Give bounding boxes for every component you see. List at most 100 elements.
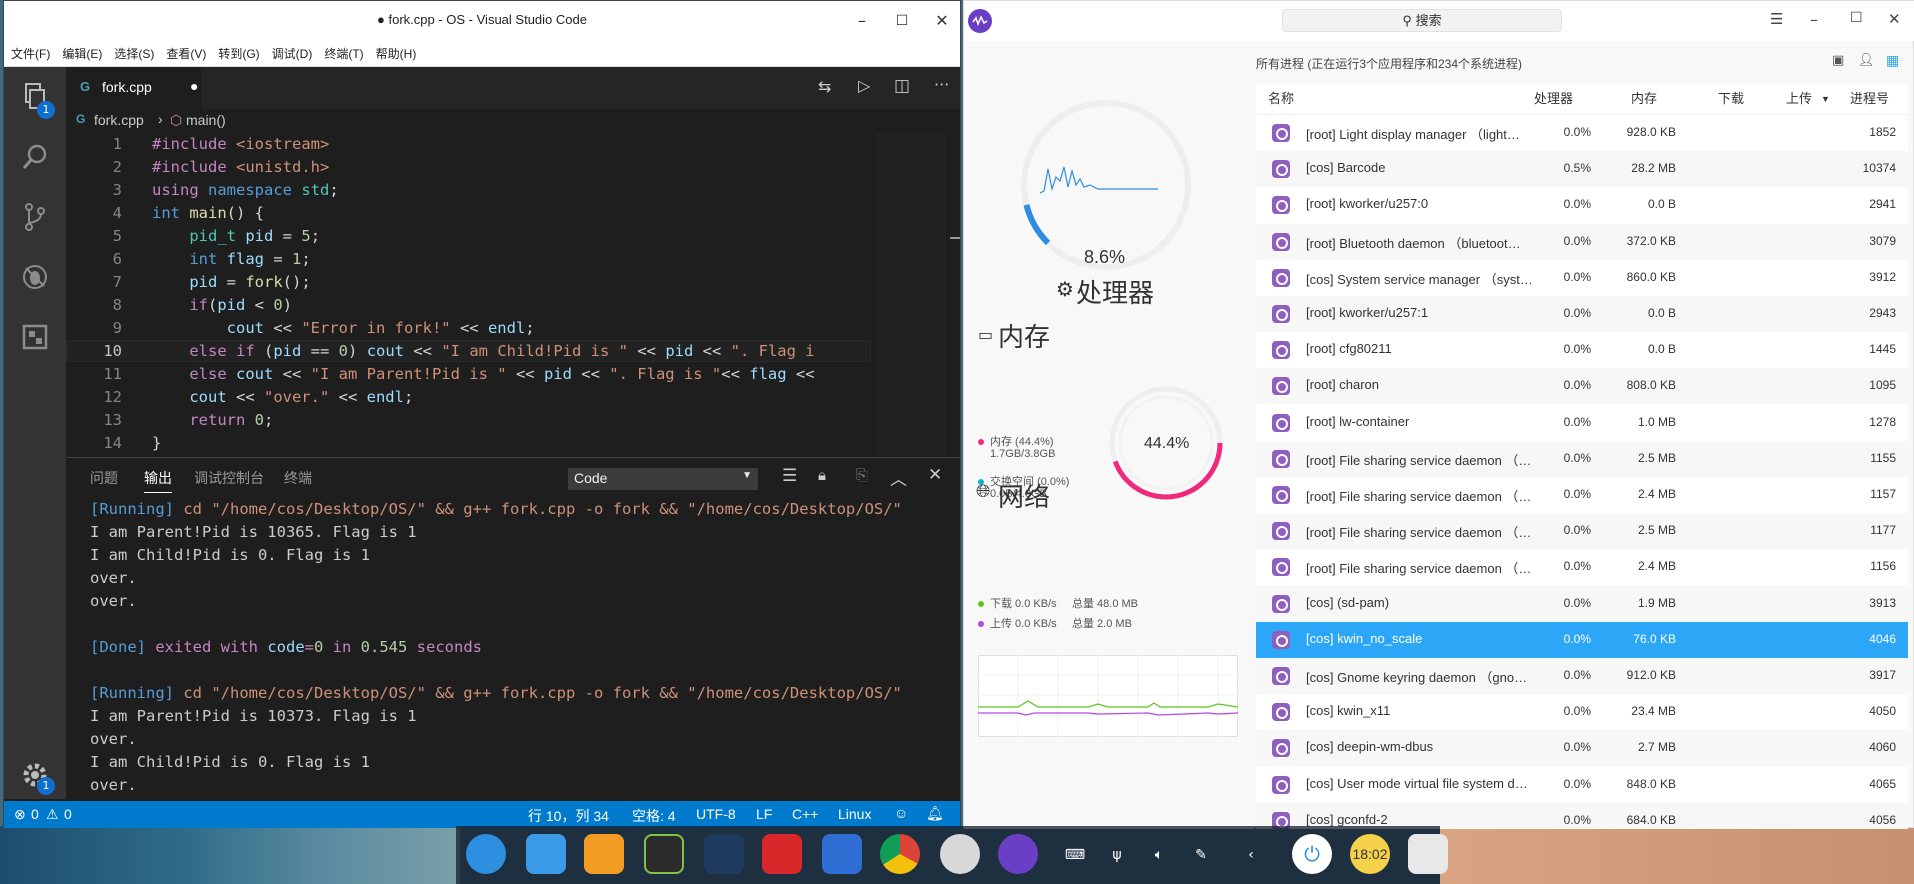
process-row[interactable]: [cos] kwin_no_scale 0.0% 76.0 KB 4046 <box>1256 621 1908 658</box>
maximize-icon[interactable]: ☐ <box>890 10 914 32</box>
extensions-icon[interactable] <box>19 321 51 353</box>
process-row[interactable]: [root] cfg80211 0.0% 0.0 B 1445 <box>1256 332 1908 368</box>
music-icon[interactable] <box>644 834 684 874</box>
split-editor-icon[interactable]: ◫ <box>894 76 910 96</box>
process-row[interactable]: [root] Bluetooth daemon （bluetoot… 0.0% 37… <box>1256 223 1908 260</box>
video-icon[interactable] <box>822 834 862 874</box>
breadcrumb-symbol[interactable]: main() <box>186 112 226 128</box>
process-row[interactable]: [root] charon 0.0% 808.0 KB 1095 <box>1256 368 1908 405</box>
maximize-panel-icon[interactable]: ︿ <box>890 465 907 490</box>
system-monitor-icon[interactable] <box>998 834 1038 874</box>
lock-icon[interactable]: 🔒︎ <box>818 466 826 484</box>
process-row[interactable]: [root] File sharing service daemon （… 0.0… <box>1256 513 1908 550</box>
column-download[interactable]: 下载 <box>1718 83 1744 115</box>
line-ending[interactable]: LF <box>756 806 772 822</box>
menu-terminal[interactable]: 终端(T) <box>317 41 368 62</box>
error-icon[interactable]: ⊗ <box>14 806 26 823</box>
process-row[interactable]: [root] File sharing service daemon （… 0.0… <box>1256 549 1908 585</box>
process-row[interactable]: [root] Light display manager （light… 0.0%… <box>1256 115 1908 151</box>
run-icon[interactable]: ▷ <box>858 76 870 95</box>
breadcrumb-file[interactable]: fork.cpp <box>94 112 144 128</box>
output-channel-select[interactable]: Code ▼ <box>568 468 758 490</box>
menu-go[interactable]: 转到(G) <box>211 41 264 62</box>
minimize-icon[interactable]: – <box>1810 10 1818 29</box>
column-pid[interactable]: 进程号 <box>1850 83 1889 115</box>
open-changes-icon[interactable]: ⇆ <box>818 77 831 96</box>
error-count[interactable]: 0 <box>31 806 39 822</box>
menu-selection[interactable]: 选择(S) <box>107 41 159 62</box>
open-log-icon[interactable]: ⎘ <box>856 466 868 484</box>
menu-help[interactable]: 帮助(H) <box>369 41 422 62</box>
language-mode[interactable]: C++ <box>792 806 818 822</box>
search-icon[interactable] <box>19 141 51 173</box>
process-row[interactable]: [cos] System service manager （syst… 0.0% 8… <box>1256 260 1908 296</box>
settings-icon[interactable] <box>940 834 980 874</box>
chevron-left-icon[interactable]: ‹ <box>1240 844 1262 866</box>
indentation[interactable]: 空格: 4 <box>632 806 676 826</box>
close-panel-icon[interactable]: ✕ <box>928 465 942 485</box>
warning-count[interactable]: 0 <box>64 806 72 822</box>
menu-view[interactable]: 查看(V) <box>159 41 211 62</box>
warning-icon[interactable]: ⚠ <box>46 806 59 823</box>
clear-output-icon[interactable]: ☰ <box>782 466 797 486</box>
explorer-icon[interactable]: 1 <box>19 81 55 119</box>
process-row[interactable]: [cos] Barcode 0.5% 28.2 MB 10374 <box>1256 151 1908 188</box>
process-row[interactable]: [root] kworker/u257:1 0.0% 0.0 B 2943 <box>1256 296 1908 332</box>
clock-widget[interactable]: 18:02 <box>1350 834 1390 874</box>
volume-icon[interactable]: 🔈︎ <box>1148 844 1170 866</box>
trash-icon[interactable] <box>1408 834 1448 874</box>
os-label[interactable]: Linux <box>838 806 871 822</box>
usb-icon[interactable]: ψ <box>1106 844 1128 866</box>
process-row[interactable]: [root] kworker/u257:0 0.0% 0.0 B 2941 <box>1256 187 1908 223</box>
menu-file[interactable]: 文件(F) <box>4 41 55 62</box>
pen-icon[interactable]: ✎ <box>1190 844 1212 866</box>
feedback-smiley-icon[interactable]: ☺ <box>894 805 908 821</box>
all-process-view-icon[interactable]: ▦ <box>1886 53 1899 69</box>
tab-fork-cpp[interactable]: G fork.cpp ● <box>66 67 201 109</box>
tab-terminal[interactable]: 终端 <box>284 468 312 488</box>
user-view-icon[interactable]: 👤︎ <box>1858 53 1875 68</box>
tab-problems[interactable]: 问题 <box>90 468 118 488</box>
process-row[interactable]: [cos] Gnome keyring daemon （gno… 0.0% 912.… <box>1256 658 1908 694</box>
notifications-bell-icon[interactable]: 🔔︎ <box>926 805 944 822</box>
process-row[interactable]: [cos] (sd-pam) 0.0% 1.9 MB 3913 <box>1256 585 1908 622</box>
column-upload[interactable]: 上传 <box>1786 83 1812 115</box>
terminal-icon[interactable] <box>762 834 802 874</box>
menu-edit[interactable]: 编辑(E) <box>55 41 107 62</box>
power-icon[interactable]: ⏻ <box>1292 834 1332 874</box>
process-row[interactable]: [root] File sharing service daemon （… 0.0… <box>1256 440 1908 477</box>
tab-output[interactable]: 输出 <box>144 468 172 493</box>
process-row[interactable]: [cos] User mode virtual file system d… 0.… <box>1256 767 1908 803</box>
settings-gear-icon[interactable]: 1 <box>19 759 55 795</box>
column-cpu[interactable]: 处理器 <box>1534 83 1573 115</box>
menu-icon[interactable]: ☰ <box>1770 10 1783 28</box>
process-row[interactable]: [root] File sharing service daemon （… 0.0… <box>1256 477 1908 513</box>
tab-debug-console[interactable]: 调试控制台 <box>194 468 264 488</box>
close-icon[interactable]: ✕ <box>1888 10 1901 28</box>
more-actions-icon[interactable]: ··· <box>934 75 949 94</box>
column-memory[interactable]: 内存 <box>1631 83 1657 115</box>
app-store-icon[interactable] <box>584 834 624 874</box>
close-icon[interactable]: ✕ <box>930 10 954 32</box>
debug-icon[interactable] <box>19 261 51 293</box>
search-input[interactable]: ⚲ 搜索 <box>1282 9 1562 32</box>
file-manager-icon[interactable] <box>526 834 566 874</box>
unsaved-dot[interactable]: ● <box>190 78 198 94</box>
source-control-icon[interactable] <box>19 201 51 233</box>
minimap[interactable] <box>876 133 946 455</box>
process-row[interactable]: [cos] deepin-wm-dbus 0.0% 2.7 MB 4060 <box>1256 730 1908 767</box>
vscode-icon[interactable] <box>704 834 744 874</box>
process-row[interactable]: [root] lw-container 0.0% 1.0 MB 1278 <box>1256 405 1908 441</box>
deepin-launcher-icon[interactable] <box>466 834 506 874</box>
keyboard-icon[interactable]: ⌨ <box>1064 844 1086 866</box>
minimize-icon[interactable]: – <box>850 10 874 32</box>
process-row[interactable]: [cos] kwin_x11 0.0% 23.4 MB 4050 <box>1256 694 1908 730</box>
maximize-icon[interactable]: ☐ <box>1850 10 1863 26</box>
app-view-icon[interactable]: ▣ <box>1832 53 1844 68</box>
code-editor[interactable]: 1 2 3 4 5 6 7 8 9 10 11 12 13 14 #include <iostream> … <box>66 133 960 455</box>
column-name[interactable]: 名称 <box>1268 83 1294 115</box>
cursor-position[interactable]: 行 10，列 34 <box>528 806 609 826</box>
menu-debug[interactable]: 调试(D) <box>265 41 318 62</box>
encoding[interactable]: UTF-8 <box>696 806 736 822</box>
chrome-icon[interactable] <box>880 834 920 874</box>
